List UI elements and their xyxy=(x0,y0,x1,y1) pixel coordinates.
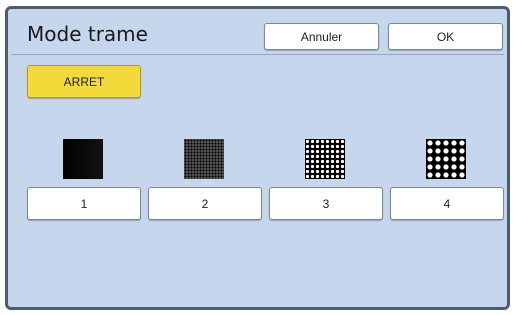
ok-button[interactable]: OK xyxy=(388,23,503,50)
header-divider xyxy=(11,54,504,55)
mode-1-button[interactable]: 1 xyxy=(27,187,141,220)
dialog-title: Mode trame xyxy=(27,22,148,46)
screen-pattern-3-icon xyxy=(305,139,345,179)
screen-pattern-2-icon xyxy=(184,139,224,179)
mode-2-button[interactable]: 2 xyxy=(148,187,262,220)
cancel-button[interactable]: Annuler xyxy=(264,23,379,50)
screen-pattern-1-icon xyxy=(63,139,103,179)
off-button[interactable]: ARRET xyxy=(27,65,141,98)
screen-mode-dialog: Mode trame Annuler OK ARRET 1 2 3 4 xyxy=(5,6,510,310)
screen-pattern-4-icon xyxy=(426,139,466,179)
mode-3-button[interactable]: 3 xyxy=(269,187,383,220)
mode-4-button[interactable]: 4 xyxy=(390,187,504,220)
